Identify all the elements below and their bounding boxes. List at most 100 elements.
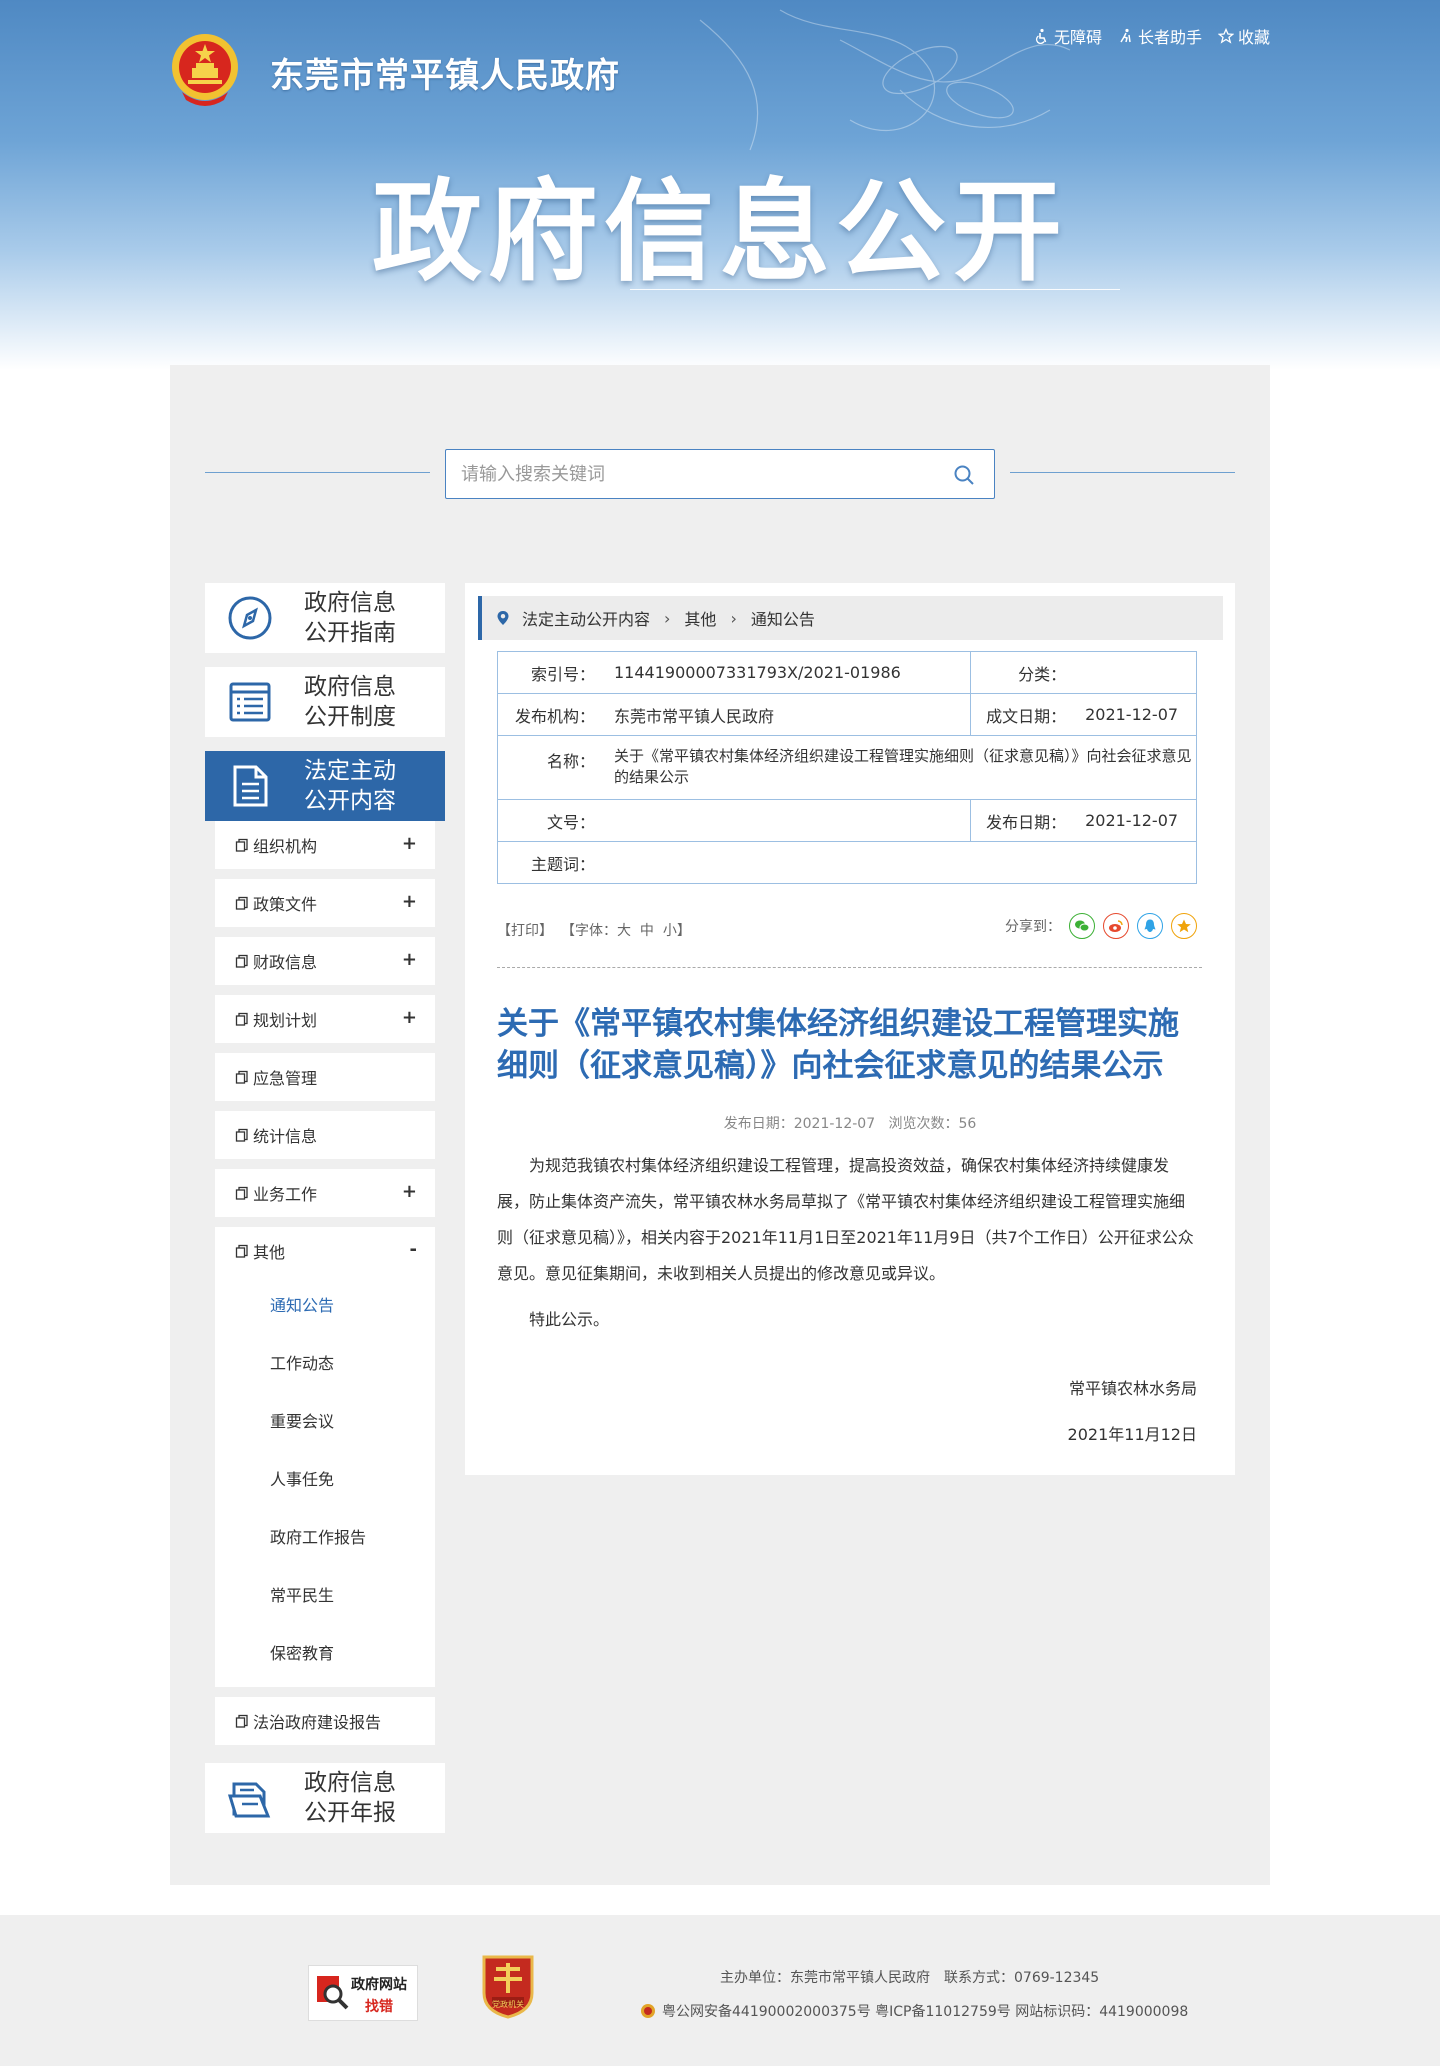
qzone-share-button[interactable] xyxy=(1171,913,1197,939)
meta-name-label: 名称： xyxy=(497,735,610,800)
sidebar-group-other: 其他 - 通知公告 工作动态 重要会议 人事任免 政府工作报告 常平民生 保密教… xyxy=(215,1227,435,1687)
sidebar-subitem-notices[interactable]: 通知公告 xyxy=(215,1275,435,1333)
meta-category-label: 分类： xyxy=(970,651,1081,694)
main-panel: 政府信息公开指南 政府信息公开制度 法定主动公开内容 组织机构 + 政策文件 + xyxy=(170,365,1270,1885)
breadcrumb-item[interactable]: 其他 xyxy=(684,606,716,630)
sidebar-item-rule-of-law-report[interactable]: 法治政府建设报告 xyxy=(215,1697,435,1745)
sidebar: 政府信息 公开指南 政府信息 公开制度 法定主动 公开内容 组织机构 + 政策文件 + xyxy=(205,583,445,1847)
expand-icon[interactable]: + xyxy=(402,1181,417,1202)
accessibility-link[interactable]: 无障碍 xyxy=(1034,24,1102,48)
weibo-icon xyxy=(1109,920,1123,932)
sidebar-item-planning[interactable]: 规划计划 + xyxy=(215,995,435,1043)
elder-helper-link[interactable]: 长者助手 xyxy=(1118,24,1202,48)
sidebar-item-label: 财政信息 xyxy=(253,953,318,972)
font-small-button[interactable]: 小 xyxy=(663,923,677,939)
footer-host: 主办单位：东莞市常平镇人民政府 联系方式：0769-12345 xyxy=(720,1970,1100,1986)
accessibility-label: 无障碍 xyxy=(1053,28,1102,47)
page-footer: 政府网站 找错 党政机关 主办单位：东莞市常平镇人民政府 联系方式：0769-1… xyxy=(0,1915,1440,2066)
sidebar-subitem-livelihood[interactable]: 常平民生 xyxy=(215,1565,435,1623)
nav-guide-line1: 政府信息 xyxy=(304,590,396,616)
sidebar-item-other[interactable]: 其他 - xyxy=(215,1227,435,1275)
meta-publisher-label: 发布机构： xyxy=(497,693,610,736)
expand-icon[interactable]: + xyxy=(402,891,417,912)
report-error-badge[interactable]: 政府网站 找错 xyxy=(308,1965,418,2021)
nav-guide[interactable]: 政府信息 公开指南 xyxy=(205,583,445,653)
search-icon[interactable] xyxy=(952,463,976,487)
document-icon xyxy=(233,765,268,807)
link-doc-icon xyxy=(235,896,248,910)
sidebar-subitem-confidentiality[interactable]: 保密教育 xyxy=(215,1623,435,1681)
article-title: 关于《常平镇农村集体经济组织建设工程管理实施细则（征求意见稿）》向社会征求意见的… xyxy=(497,1006,1179,1084)
meta-index-label: 索引号： xyxy=(497,651,610,694)
font-size-suffix: 】 xyxy=(676,923,691,939)
font-medium-button[interactable]: 中 xyxy=(640,923,654,939)
meta-created-label: 成文日期： xyxy=(970,693,1081,736)
police-badge-icon xyxy=(641,2004,655,2018)
chevron-right-icon: › xyxy=(664,608,671,628)
sidebar-item-business[interactable]: 业务工作 + xyxy=(215,1169,435,1217)
weibo-share-button[interactable] xyxy=(1103,913,1129,939)
expand-icon[interactable]: + xyxy=(402,949,417,970)
magnifier-icon xyxy=(317,1976,349,2010)
article-signature: 常平镇农林水务局 xyxy=(1068,1379,1197,1398)
meta-docno-label: 文号： xyxy=(497,799,610,842)
font-large-button[interactable]: 大 xyxy=(617,923,631,939)
divider xyxy=(497,967,1202,968)
party-government-badge[interactable]: 党政机关 xyxy=(480,1953,536,2019)
sidebar-item-finance[interactable]: 财政信息 + xyxy=(215,937,435,985)
wechat-share-button[interactable] xyxy=(1069,913,1095,939)
breadcrumb-item[interactable]: 通知公告 xyxy=(751,606,815,630)
chevron-right-icon: › xyxy=(730,608,737,628)
national-emblem-icon xyxy=(172,34,238,106)
breadcrumb-item[interactable]: 法定主动公开内容 xyxy=(522,606,650,630)
collapse-icon[interactable]: - xyxy=(410,1239,417,1260)
meta-created-value: 2021-12-07 xyxy=(1080,693,1197,736)
sidebar-subitem-work-report[interactable]: 政府工作报告 xyxy=(215,1507,435,1565)
nav-annual-report[interactable]: 政府信息 公开年报 xyxy=(205,1763,445,1833)
link-doc-icon xyxy=(235,1128,248,1142)
nav-annual-line1: 政府信息 xyxy=(304,1770,396,1796)
folder-report-icon xyxy=(227,1782,271,1818)
meta-published-label: 发布日期： xyxy=(970,799,1081,842)
wechat-icon xyxy=(1075,920,1090,932)
favorite-label: 收藏 xyxy=(1237,28,1270,47)
sidebar-item-organization[interactable]: 组织机构 + xyxy=(215,821,435,869)
article-content: 法定主动公开内容 › 其他 › 通知公告 索引号： 11441900007331… xyxy=(465,583,1235,1475)
nav-content-line1: 法定主动 xyxy=(304,758,396,784)
nav-system[interactable]: 政府信息 公开制度 xyxy=(205,667,445,737)
meta-subject-value xyxy=(609,841,1197,884)
favorite-link[interactable]: 收藏 xyxy=(1217,24,1270,48)
footer-records: 粤公网安备44190002000375号 粤ICP备11012759号 网站标识… xyxy=(640,2001,1188,2021)
sidebar-item-policy[interactable]: 政策文件 + xyxy=(215,879,435,927)
sidebar-subitem-meetings[interactable]: 重要会议 xyxy=(215,1391,435,1449)
nav-guide-line2: 公开指南 xyxy=(304,620,396,646)
badge-find-line2: 找错 xyxy=(365,1999,393,2015)
sidebar-item-statistics[interactable]: 统计信息 xyxy=(215,1111,435,1159)
sidebar-item-label: 法治政府建设报告 xyxy=(253,1713,382,1732)
expand-icon[interactable]: + xyxy=(402,833,417,854)
link-doc-icon xyxy=(235,1244,248,1258)
footer-records-text[interactable]: 粤公网安备44190002000375号 粤ICP备11012759号 网站标识… xyxy=(662,2001,1188,2021)
breadcrumb: 法定主动公开内容 › 其他 › 通知公告 xyxy=(478,596,1223,640)
site-name[interactable]: 东莞市常平镇人民政府 xyxy=(270,48,620,97)
sidebar-subitem-work-news[interactable]: 工作动态 xyxy=(215,1333,435,1391)
article-paragraph: 为规范我镇农村集体经济组织建设工程管理，提高投资效益，确保农村集体经济持续健康发… xyxy=(497,1156,1194,1283)
link-doc-icon xyxy=(235,838,248,852)
elder-helper-icon xyxy=(1120,28,1131,43)
share-label: 分享到： xyxy=(1005,919,1061,935)
font-size-control: 【字体：大 中 小】 xyxy=(561,920,691,940)
badge-find-line1: 政府网站 xyxy=(351,1977,407,1993)
sidebar-subitem-personnel[interactable]: 人事任免 xyxy=(215,1449,435,1507)
print-button[interactable]: 【打印】 xyxy=(497,920,553,940)
badge-party-label: 党政机关 xyxy=(492,2000,524,2009)
nav-content[interactable]: 法定主动 公开内容 xyxy=(205,751,445,821)
qq-icon xyxy=(1144,919,1156,932)
article-body: 为规范我镇农村集体经济组织建设工程管理，提高投资效益，确保农村集体经济持续健康发… xyxy=(497,1148,1197,1348)
nav-system-line1: 政府信息 xyxy=(304,674,396,700)
qq-share-button[interactable] xyxy=(1137,913,1163,939)
nav-system-line2: 公开制度 xyxy=(304,704,396,730)
search-input[interactable] xyxy=(446,450,926,498)
sidebar-item-emergency[interactable]: 应急管理 xyxy=(215,1053,435,1101)
expand-icon[interactable]: + xyxy=(402,1007,417,1028)
nav-content-line2: 公开内容 xyxy=(304,788,396,814)
